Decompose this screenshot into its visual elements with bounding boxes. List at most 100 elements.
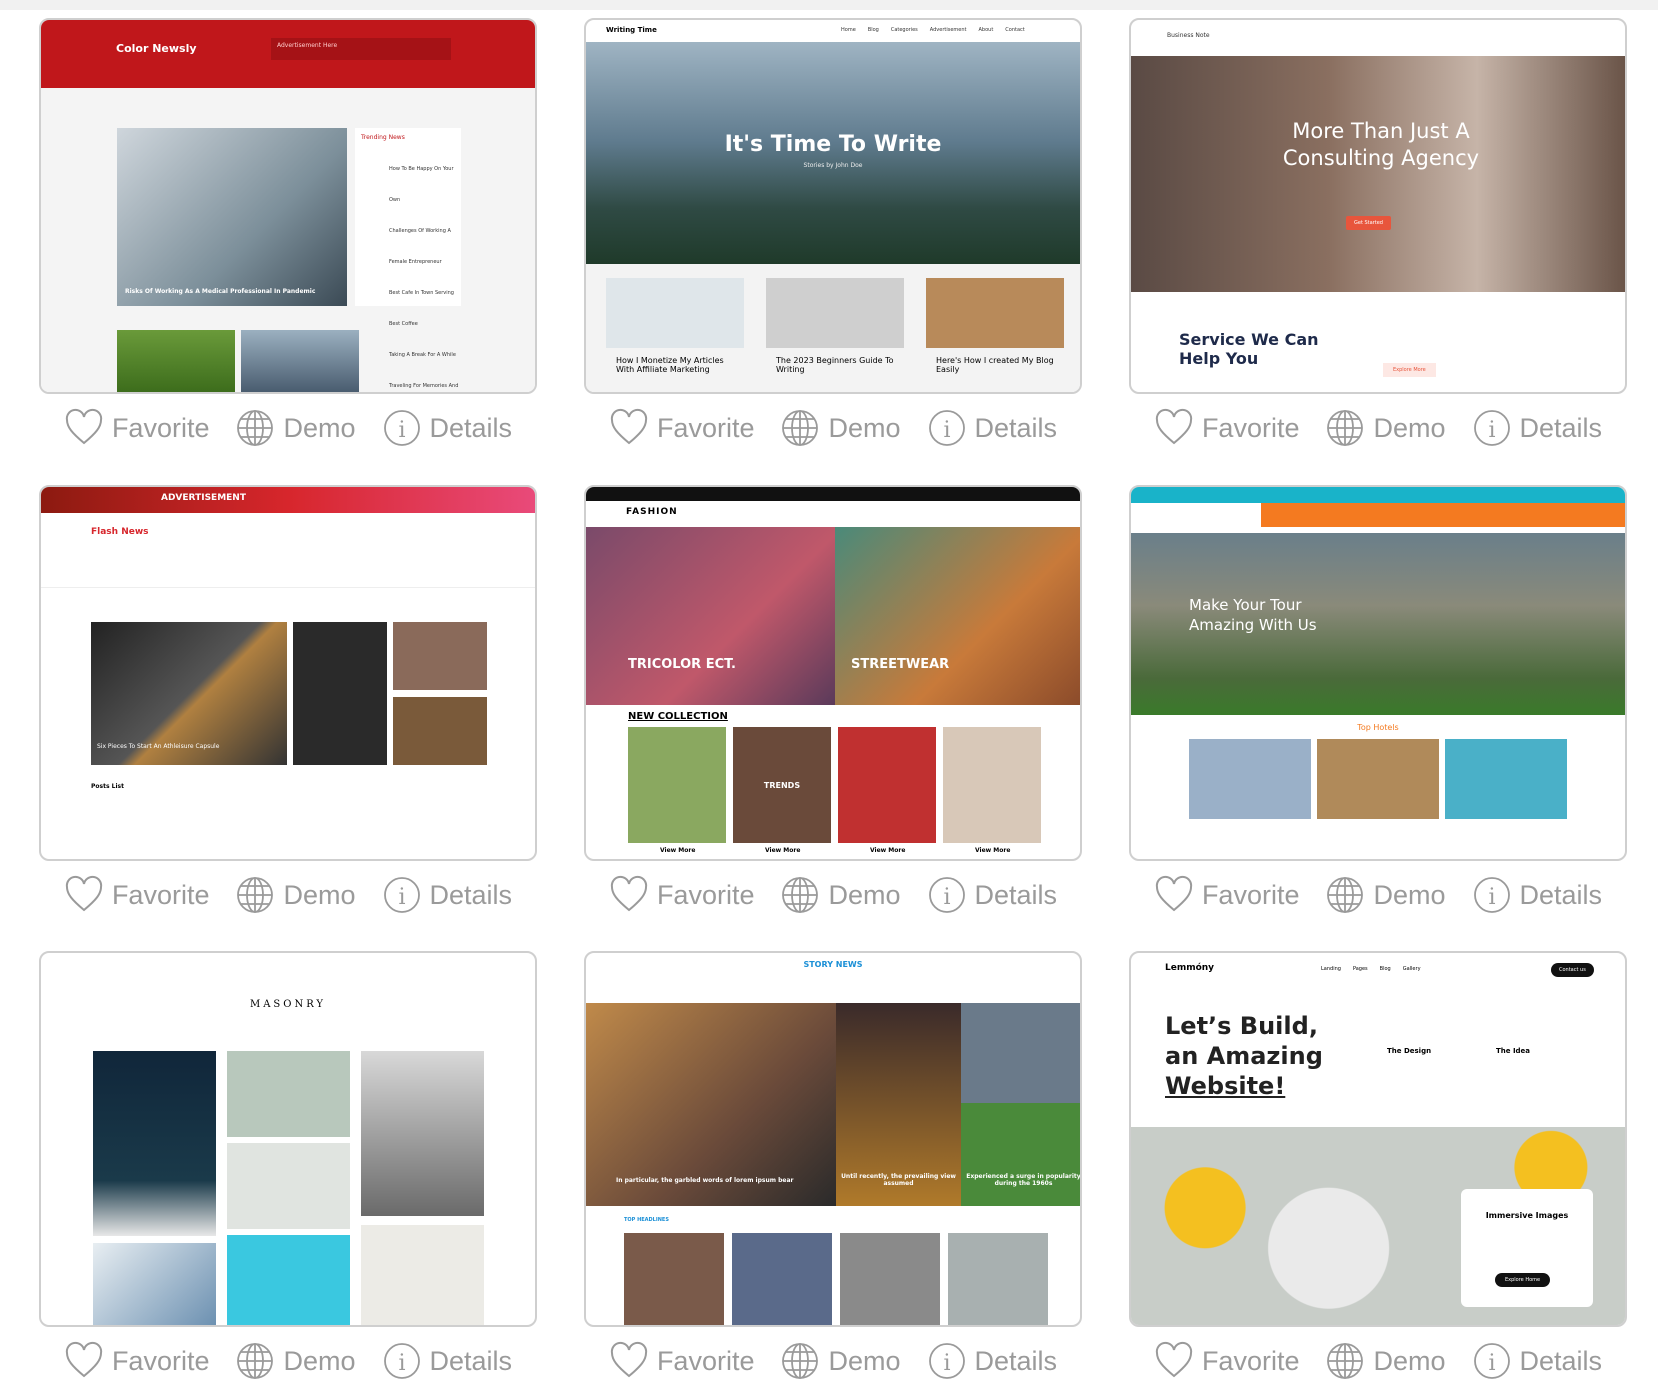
card-actions: Favorite Demo i Details bbox=[1129, 408, 1627, 448]
details-label: Details bbox=[429, 879, 513, 910]
favorite-button[interactable]: Favorite bbox=[609, 408, 755, 448]
theme-preview-color-newsly[interactable]: Color Newsly Advertisement Here Risks Of… bbox=[39, 18, 537, 394]
details-button[interactable]: i Details bbox=[927, 875, 1057, 915]
info-icon: i bbox=[928, 877, 965, 913]
favorite-label: Favorite bbox=[656, 412, 755, 443]
get-started-button[interactable]: Get Started bbox=[1346, 216, 1391, 230]
card-actions: Favorite Demo i Details bbox=[584, 875, 1082, 915]
card-actions: Favorite Demo i Details bbox=[39, 408, 537, 448]
favorite-label: Favorite bbox=[111, 412, 210, 443]
globe-icon bbox=[782, 410, 819, 446]
brand: Writing Time bbox=[606, 26, 657, 34]
favorite-button[interactable]: Favorite bbox=[1154, 1341, 1299, 1381]
heart-icon bbox=[610, 408, 648, 445]
favorite-label: Favorite bbox=[656, 1345, 755, 1376]
favorite-label: Favorite bbox=[1201, 412, 1300, 443]
demo-button[interactable]: Demo bbox=[235, 875, 356, 915]
details-button[interactable]: i Details bbox=[927, 408, 1058, 448]
top-strip bbox=[0, 0, 1658, 10]
globe-icon bbox=[782, 877, 819, 913]
favorite-button[interactable]: Favorite bbox=[64, 408, 210, 448]
demo-button[interactable]: Demo bbox=[235, 408, 356, 448]
demo-label: Demo bbox=[283, 879, 356, 910]
card-actions: Favorite Demo i Details bbox=[39, 875, 537, 915]
demo-button[interactable]: Demo bbox=[780, 408, 901, 448]
demo-button[interactable]: Demo bbox=[780, 875, 901, 915]
info-icon: i bbox=[928, 1343, 965, 1379]
theme-preview-writing-time[interactable]: Writing Time Home Blog Categories Advertise… bbox=[584, 18, 1082, 394]
svg-text:i: i bbox=[943, 885, 950, 910]
card-actions: Favorite Demo i Details bbox=[1129, 875, 1627, 915]
details-label: Details bbox=[974, 1345, 1058, 1376]
card-actions: Favorite Demo i Details bbox=[39, 1341, 537, 1381]
headline: Risks Of Working As A Medical Profession… bbox=[125, 288, 316, 295]
globe-icon bbox=[1327, 410, 1364, 446]
card-actions: Favorite Demo i Details bbox=[1129, 1341, 1627, 1381]
brand: Business Note bbox=[1167, 32, 1210, 39]
hero-title: More Than Just A Consulting Agency bbox=[1282, 119, 1480, 170]
svg-text:i: i bbox=[1488, 1351, 1495, 1376]
details-label: Details bbox=[429, 1345, 513, 1376]
details-label: Details bbox=[1519, 1345, 1603, 1376]
demo-label: Demo bbox=[1373, 1345, 1446, 1376]
heart-icon bbox=[610, 875, 648, 912]
sidebar-title: Trending News bbox=[361, 134, 405, 141]
theme-preview-business-note[interactable]: Business Note More Than Just A Consultin… bbox=[1129, 18, 1627, 394]
svg-text:i: i bbox=[398, 885, 405, 910]
favorite-button[interactable]: Favorite bbox=[609, 875, 754, 915]
details-button[interactable]: i Details bbox=[382, 408, 513, 448]
theme-preview-fashion[interactable]: FASHION TRICOLOR ECT. STREETWEAR NEW COL… bbox=[584, 485, 1082, 861]
favorite-button[interactable]: Favorite bbox=[1154, 875, 1300, 915]
theme-preview-flash-news[interactable]: ADVERTISEMENT Flash News Six Pieces To S… bbox=[39, 485, 537, 861]
details-label: Details bbox=[1519, 879, 1603, 910]
details-button[interactable]: i Details bbox=[382, 875, 513, 915]
details-button[interactable]: i Details bbox=[382, 1341, 513, 1381]
globe-icon bbox=[1327, 1343, 1364, 1379]
demo-button[interactable]: Demo bbox=[780, 1341, 901, 1381]
details-label: Details bbox=[974, 412, 1058, 443]
info-icon: i bbox=[383, 410, 420, 446]
theme-preview-travel[interactable]: Make Your Tour Amazing With Us Top Hotel… bbox=[1129, 485, 1627, 861]
info-icon: i bbox=[383, 1343, 420, 1379]
heart-icon bbox=[65, 875, 103, 912]
details-label: Details bbox=[429, 412, 513, 443]
demo-label: Demo bbox=[283, 412, 356, 443]
favorite-button[interactable]: Favorite bbox=[64, 1341, 209, 1381]
details-button[interactable]: i Details bbox=[1472, 1341, 1603, 1381]
card-actions: Favorite Demo i Details bbox=[584, 408, 1082, 448]
demo-button[interactable]: Demo bbox=[235, 1341, 356, 1381]
info-icon: i bbox=[383, 877, 420, 913]
brand: Lemmóny bbox=[1165, 963, 1215, 973]
theme-item: ADVERTISEMENT Flash News Six Pieces To S… bbox=[39, 485, 537, 915]
svg-text:i: i bbox=[398, 1351, 405, 1376]
demo-label: Demo bbox=[283, 1345, 356, 1376]
theme-item: FASHION TRICOLOR ECT. STREETWEAR NEW COL… bbox=[584, 485, 1082, 915]
heart-icon bbox=[1155, 408, 1193, 445]
details-button[interactable]: i Details bbox=[927, 1341, 1058, 1381]
favorite-button[interactable]: Favorite bbox=[64, 875, 209, 915]
theme-item: Lemmóny Landing Pages Blog Gallery Contact … bbox=[1129, 951, 1627, 1381]
favorite-button[interactable]: Favorite bbox=[609, 1341, 755, 1381]
theme-preview-lemmony[interactable]: Lemmóny Landing Pages Blog Gallery Contact … bbox=[1129, 951, 1627, 1327]
heart-icon bbox=[610, 1341, 648, 1378]
svg-text:i: i bbox=[1488, 885, 1495, 910]
demo-label: Demo bbox=[1373, 412, 1446, 443]
favorite-button[interactable]: Favorite bbox=[1154, 408, 1300, 448]
demo-label: Demo bbox=[828, 1345, 901, 1376]
details-button[interactable]: i Details bbox=[1472, 408, 1602, 448]
theme-preview-masonry[interactable]: MASONRY bbox=[39, 951, 537, 1327]
hero-title: Make Your Tour Amazing With Us bbox=[1189, 596, 1317, 634]
theme-item: Color Newsly Advertisement Here Risks Of… bbox=[39, 18, 537, 448]
svg-text:i: i bbox=[398, 418, 405, 443]
theme-item: Make Your Tour Amazing With Us Top Hotel… bbox=[1129, 485, 1627, 915]
brand: FASHION bbox=[626, 507, 678, 517]
demo-button[interactable]: Demo bbox=[1325, 1341, 1446, 1381]
demo-button[interactable]: Demo bbox=[1325, 408, 1446, 448]
favorite-label: Favorite bbox=[1201, 879, 1300, 910]
demo-button[interactable]: Demo bbox=[1325, 875, 1446, 915]
details-button[interactable]: i Details bbox=[1472, 875, 1603, 915]
globe-icon bbox=[237, 1343, 274, 1379]
theme-preview-story-news[interactable]: STORY NEWS In particular, the garbled wo… bbox=[584, 951, 1082, 1327]
demo-label: Demo bbox=[828, 879, 901, 910]
info-icon: i bbox=[1473, 877, 1510, 913]
